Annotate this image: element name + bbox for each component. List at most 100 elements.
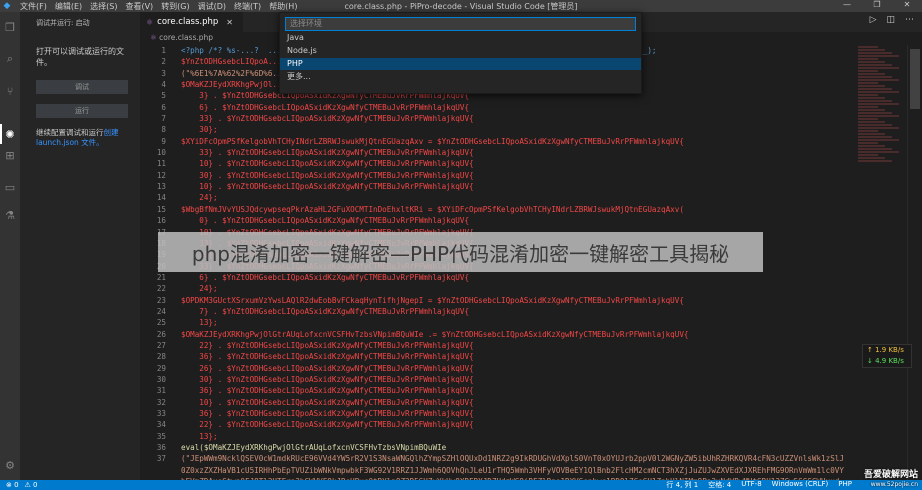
maximize-button[interactable]: ❐ — [862, 0, 892, 9]
minimap-row — [858, 73, 885, 75]
code-line[interactable]: 7 33} . $YnZtODHGsebcLIQpoASxidKzXgwNfyC… — [140, 113, 922, 124]
code-line[interactable]: 37 ("JEpWWm9NcklQSEV0cW1mdkRUcE96VVd4YW5r… — [140, 453, 922, 464]
scrollbar-thumb[interactable] — [910, 49, 920, 109]
code-line[interactable]: 32 10} . $YnZtODHGsebcLIQpoASxidKzXgwNfy… — [140, 397, 922, 408]
code-line[interactable]: 12 30} . $YnZtODHGsebcLIQpoASxidKzXgwNfy… — [140, 170, 922, 181]
line-text: 33} . $YnZtODHGsebcLIQpoASxidKzXgwNfyCTM… — [181, 114, 474, 124]
code-line[interactable]: 35 13}; — [140, 431, 922, 442]
settings-gear-icon[interactable]: ⚙ — [3, 458, 17, 472]
line-text: 36} . $YnZtODHGsebcLIQpoASxidKzXgwNfyCTM… — [181, 386, 474, 396]
code-line[interactable]: 28 36} . $YnZtODHGsebcLIQpoASxidKzXgwNfy… — [140, 351, 922, 362]
code-line[interactable]: 36 eval($OMaKZJEydXRKhgPwjOlGtrAUqLofxcnV… — [140, 442, 922, 453]
line-number: 4 — [161, 80, 166, 90]
code-line[interactable]: 24 7} . $YnZtODHGsebcLIQpoASxidKzXgwNfyC… — [140, 306, 922, 317]
line-text: 6} . $YnZtODHGsebcLIQpoASxidKzXgwNfyCTME… — [181, 272, 470, 282]
editor-actions: ▷ ◫ ⋯ — [870, 15, 914, 25]
close-window-button[interactable]: ✕ — [892, 0, 922, 9]
code-line[interactable]: 22 24}; — [140, 283, 922, 294]
minimap-row — [858, 130, 878, 132]
indentation[interactable]: 空格: 4 — [708, 480, 731, 490]
code-line[interactable]: 16 0} . $YnZtODHGsebcLIQpoASxidKzXgwNfyC… — [140, 215, 922, 226]
line-number: 29 — [156, 363, 166, 373]
line-text: ("JEpWWm9NcklQSEV0cW1mdkRUcE96VVd4YW5rR2… — [181, 454, 844, 464]
source-control-icon[interactable]: ⑂ — [3, 84, 17, 98]
code-line[interactable]: 29 26} . $YnZtODHGsebcLIQpoASxidKzXgwNfy… — [140, 363, 922, 374]
line-ending[interactable]: Windows (CRLF) — [772, 480, 829, 490]
minimap-row — [858, 82, 878, 84]
code-line[interactable]: 11 10} . $YnZtODHGsebcLIQpoASxidKzXgwNfy… — [140, 158, 922, 169]
minimap-row — [858, 145, 885, 147]
code-line[interactable]: 27 22} . $YnZtODHGsebcLIQpoASxidKzXgwNfy… — [140, 340, 922, 351]
code-line[interactable]: 0Z0xzZXZHaVB1cU5IRHhPbEpTVUZibWNkVmpwbkF… — [140, 465, 922, 476]
code-line[interactable]: 31 36} . $YnZtODHGsebcLIQpoASxidKzXgwNfy… — [140, 385, 922, 396]
code-line[interactable]: 21 6} . $YnZtODHGsebcLIQpoASxidKzXgwNfyC… — [140, 272, 922, 283]
code-line[interactable]: 13 10} . $YnZtODHGsebcLIQpoASxidKzXgwNfy… — [140, 181, 922, 192]
split-editor-icon[interactable]: ◫ — [886, 15, 895, 25]
minimap-row — [858, 148, 892, 150]
code-line[interactable]: 8 30}; — [140, 124, 922, 135]
code-line[interactable]: 10 33} . $YnZtODHGsebcLIQpoASxidKzXgwNfy… — [140, 147, 922, 158]
minimap-row — [858, 136, 892, 138]
line-number: 30 — [156, 374, 166, 384]
remote-explorer-icon[interactable]: ▭ — [3, 180, 17, 194]
line-text: $YnZtODHGsebcLIQpoA... — [181, 57, 282, 67]
warnings-count[interactable]: ⚠ 0 — [25, 481, 38, 489]
run-button[interactable]: 运行 — [36, 104, 128, 118]
search-icon[interactable]: ⌕ — [3, 52, 17, 66]
close-tab-icon[interactable]: ✕ — [226, 18, 233, 27]
line-number: 7 — [161, 114, 166, 124]
menu-selection[interactable]: 选择(S) — [90, 1, 117, 12]
minimap-row — [858, 88, 892, 90]
env-option-java[interactable]: Java — [285, 32, 636, 44]
run-file-icon[interactable]: ▷ — [870, 15, 877, 25]
explorer-icon[interactable]: ❐ — [3, 20, 17, 34]
cursor-position[interactable]: 行 4, 列 1 — [666, 480, 698, 490]
minimize-button[interactable]: — — [832, 0, 862, 9]
line-text: 10} . $YnZtODHGsebcLIQpoASxidKzXgwNfyCTM… — [181, 397, 474, 407]
env-option-nodejs[interactable]: Node.js — [285, 45, 636, 57]
language-mode[interactable]: PHP — [838, 480, 852, 490]
code-line[interactable]: 33 36} . $YnZtODHGsebcLIQpoASxidKzXgwNfy… — [140, 408, 922, 419]
menu-file[interactable]: 文件(F) — [20, 1, 47, 12]
breadcrumb-file[interactable]: core.class.php — [159, 33, 213, 42]
tab-label: core.class.php — [157, 17, 219, 27]
tab-core-class-php[interactable]: ⚛ core.class.php ✕ — [140, 12, 244, 32]
env-option-more[interactable]: 更多... — [285, 71, 636, 83]
menu-go[interactable]: 转到(G) — [161, 1, 189, 12]
code-line[interactable]: 26 $OMaKZJEydXRKhgPwjOlGtrAUqLofxcnVCSFHv… — [140, 329, 922, 340]
extensions-icon[interactable]: ⊞ — [3, 148, 17, 162]
code-line[interactable]: 25 13}; — [140, 317, 922, 328]
php-file-icon: ⚛ — [146, 17, 154, 27]
errors-count[interactable]: ⊗ 0 — [6, 481, 19, 489]
menu-terminal[interactable]: 终端(T) — [234, 1, 261, 12]
line-number: 33 — [156, 409, 166, 418]
code-line[interactable]: 6 6} . $YnZtODHGsebcLIQpoASxidKzXgwNfyCT… — [140, 102, 922, 113]
code-line[interactable]: 23 $OPDKM3GUctXSrxumVzYwsLAQlR2dwEobBvFCk… — [140, 295, 922, 306]
testing-icon[interactable]: ⚗ — [3, 208, 17, 222]
line-number: 21 — [156, 272, 166, 282]
menu-debug[interactable]: 调试(D) — [198, 1, 226, 12]
more-actions-icon[interactable]: ⋯ — [905, 15, 914, 25]
menu-help[interactable]: 帮助(H) — [269, 1, 297, 12]
minimap-row — [858, 64, 892, 66]
code-line[interactable]: 14 24}; — [140, 192, 922, 203]
code-line[interactable]: 34 22} . $YnZtODHGsebcLIQpoASxidKzXgwNfy… — [140, 419, 922, 430]
menu-view[interactable]: 查看(V) — [125, 1, 153, 12]
minimap-row — [858, 115, 899, 117]
env-option-php[interactable]: PHP — [280, 58, 641, 70]
vertical-scrollbar[interactable] — [907, 45, 922, 490]
line-text: $OMaKZJEydXRKhgPwjOlGtrAUqLofxcnVCSFHvTz… — [181, 329, 689, 339]
environment-search-input[interactable]: 选择环境 — [285, 17, 636, 31]
minimap-row — [858, 70, 878, 72]
code-line[interactable]: 15 $WbgBfNmJVvYUSJQdcywpseqPkrAzaHL2GFuXO… — [140, 204, 922, 215]
debug-icon[interactable]: ✺ — [3, 127, 17, 141]
encoding[interactable]: UTF-8 — [741, 480, 761, 490]
code-line[interactable]: 30 30} . $YnZtODHGsebcLIQpoASxidKzXgwNfy… — [140, 374, 922, 385]
minimap[interactable] — [858, 45, 908, 490]
minimap-row — [858, 76, 892, 78]
code-line[interactable]: 9 $XYiDFcOpmPSfKelgobVhTCHyINdrLZBRWJswuk… — [140, 136, 922, 147]
line-text: 10} . $YnZtODHGsebcLIQpoASxidKzXgwNfyCTM… — [181, 159, 474, 169]
debug-button[interactable]: 调试 — [36, 80, 128, 94]
minimap-row — [858, 55, 899, 57]
menu-edit[interactable]: 编辑(E) — [55, 1, 82, 12]
